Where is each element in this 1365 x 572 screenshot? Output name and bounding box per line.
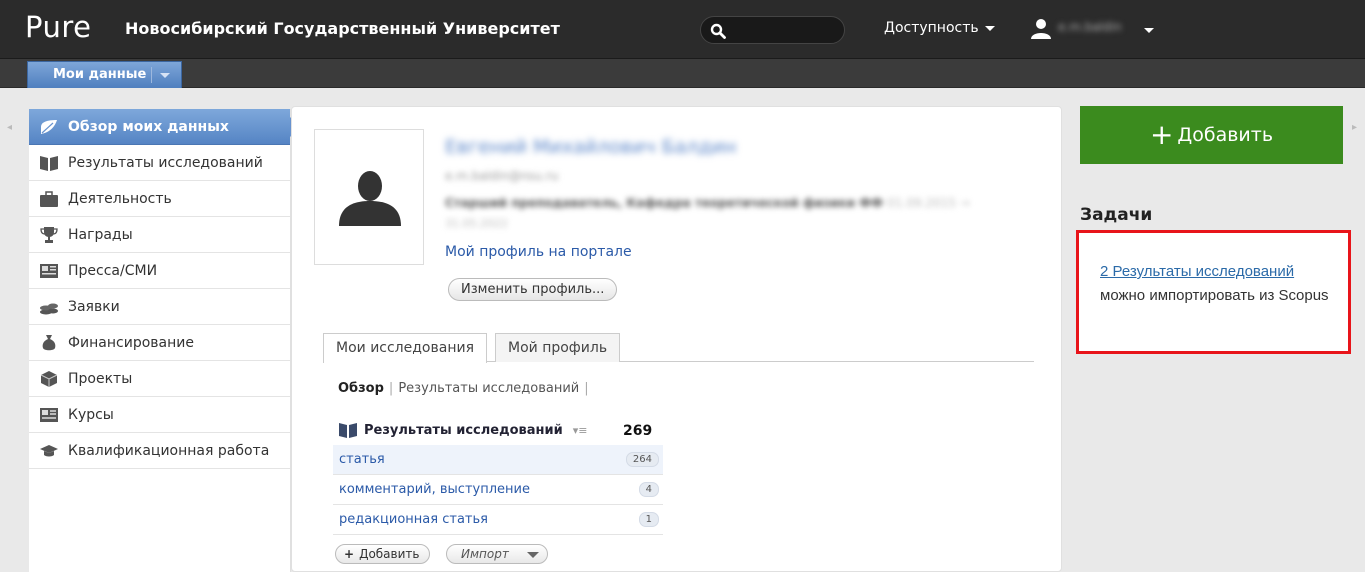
overview-icon [38, 118, 60, 136]
sidebar-item-projects[interactable]: Проекты [29, 361, 290, 397]
count-badge: 264 [625, 452, 659, 467]
trophy-icon [38, 226, 60, 244]
task-item: 2 Результаты исследований можно импортир… [1100, 260, 1340, 308]
edit-profile-button[interactable]: Изменить профиль... [448, 278, 618, 301]
row-label: статья [339, 452, 385, 467]
position-text: Старший преподаватель, Кафедра теоретиче… [445, 196, 884, 210]
user-silhouette-icon [339, 171, 401, 226]
divider [151, 67, 152, 83]
position-dates: 01.09.2015 → [887, 196, 970, 210]
newspaper-icon [38, 262, 60, 280]
chevron-down-icon [984, 25, 995, 31]
sidebar-item-awards[interactable]: Награды [29, 217, 290, 253]
avatar[interactable] [314, 129, 424, 265]
import-label: Импорт [461, 547, 509, 561]
breadcrumb: Обзор | Результаты исследований | [338, 381, 594, 396]
table-row[interactable]: редакционная статья 1 [333, 505, 663, 535]
graduation-cap-icon [38, 442, 60, 460]
tasks-title: Задачи [1080, 205, 1153, 225]
sort-icon[interactable]: ▾≡ [573, 424, 588, 437]
sidebar-item-label: Заявки [68, 298, 120, 315]
search-icon [710, 23, 726, 39]
count-badge: 1 [638, 512, 659, 527]
row-label: комментарий, выступление [339, 482, 530, 497]
scroll-left-icon[interactable]: ◂ [7, 122, 12, 133]
sidebar-item-overview[interactable]: Обзор моих данных [29, 109, 300, 145]
tab-my-research[interactable]: Мои исследования [323, 333, 487, 363]
count-badge: 4 [638, 482, 659, 497]
sidebar-item-press[interactable]: Пресса/СМИ [29, 253, 290, 289]
table-row[interactable]: статья 264 [333, 445, 663, 475]
sidebar-item-label: Деятельность [68, 190, 172, 207]
money-bag-icon [38, 334, 60, 352]
portal-profile-link[interactable]: Мой профиль на портале [445, 244, 632, 260]
research-outputs-title[interactable]: Результаты исследований [364, 423, 563, 438]
research-outputs-header: Результаты исследований ▾≡ [338, 421, 663, 439]
sidebar-item-label: Награды [68, 226, 133, 243]
coins-icon [38, 298, 60, 316]
divider: | [388, 381, 394, 396]
pure-logo[interactable]: Pure [25, 10, 92, 44]
sidebar-item-label: Обзор моих данных [68, 118, 229, 135]
add-button[interactable]: + Добавить [1080, 106, 1343, 164]
user-name: e.m.baldin [1058, 20, 1122, 34]
chevron-down-icon [1144, 28, 1154, 33]
sidebar-item-label: Пресса/СМИ [68, 262, 158, 279]
sidebar-item-label: Финансирование [68, 334, 194, 351]
add-research-button[interactable]: + Добавить [335, 544, 431, 564]
divider: | [584, 381, 589, 396]
task-link[interactable]: 2 Результаты исследований [1100, 263, 1294, 280]
user-menu[interactable]: e.m.baldin [1030, 17, 1154, 43]
my-data-label: Мои данные [53, 67, 147, 82]
sidebar-item-applications[interactable]: Заявки [29, 289, 290, 325]
breadcrumb-research-link[interactable]: Результаты исследований [398, 381, 579, 396]
tab-my-profile[interactable]: Мой профиль [495, 333, 621, 362]
accessibility-menu[interactable]: Доступность [884, 20, 995, 36]
task-highlight-box: 2 Результаты исследований можно импортир… [1076, 230, 1351, 354]
sidebar: Обзор моих данных Результаты исследовани… [29, 109, 300, 572]
profile-email: e.m.baldin@nsu.ru [445, 169, 559, 183]
chevron-down-icon[interactable] [160, 73, 170, 78]
user-icon [1031, 19, 1051, 39]
profile-position-dates: 31.05.2022 [445, 217, 508, 230]
sidebar-item-label: Проекты [68, 370, 133, 387]
book-icon [38, 154, 60, 172]
import-button[interactable]: Импорт [446, 544, 548, 564]
university-name[interactable]: Новосибирский Государственный Университе… [125, 19, 560, 38]
profile-name: Евгений Михайлович Балдин [445, 136, 737, 158]
breadcrumb-current[interactable]: Обзор [338, 381, 384, 396]
research-outputs-total: 269 [623, 423, 653, 439]
sidebar-item-label: Результаты исследований [68, 154, 263, 171]
course-icon [38, 406, 60, 424]
plus-icon: + [1149, 118, 1174, 151]
my-data-menu[interactable]: Мои данные [27, 61, 182, 88]
sidebar-item-courses[interactable]: Курсы [29, 397, 290, 433]
cube-icon [38, 370, 60, 388]
main-panel: Евгений Михайлович Балдин e.m.baldin@nsu… [291, 106, 1062, 572]
sidebar-item-thesis[interactable]: Квалификационная работа [29, 433, 290, 469]
sidebar-item-funding[interactable]: Финансирование [29, 325, 290, 361]
sidebar-item-research-outputs[interactable]: Результаты исследований [29, 145, 290, 181]
add-button-label: Добавить [1177, 124, 1274, 146]
chevron-down-icon [527, 552, 539, 558]
search-input[interactable] [700, 16, 845, 44]
briefcase-icon [38, 190, 60, 208]
book-icon [339, 423, 357, 438]
table-row[interactable]: комментарий, выступление 4 [333, 475, 663, 505]
row-label: редакционная статья [339, 512, 488, 527]
sidebar-item-label: Курсы [68, 406, 114, 423]
top-bar: Pure Новосибирский Государственный Униве… [0, 0, 1365, 59]
accessibility-label: Доступность [884, 20, 979, 36]
add-label: Добавить [359, 547, 420, 561]
scroll-right-icon[interactable]: ▸ [1352, 122, 1357, 133]
tab-bar: Мои исследования Мой профиль [323, 333, 1034, 363]
plus-icon: + [344, 547, 355, 561]
sub-nav-bar: Мои данные [0, 59, 1365, 88]
sidebar-item-activities[interactable]: Деятельность [29, 181, 290, 217]
sidebar-item-label: Квалификационная работа [68, 442, 270, 459]
profile-position: Старший преподаватель, Кафедра теоретиче… [445, 196, 970, 210]
task-text: можно импортировать из Scopus [1100, 287, 1329, 304]
